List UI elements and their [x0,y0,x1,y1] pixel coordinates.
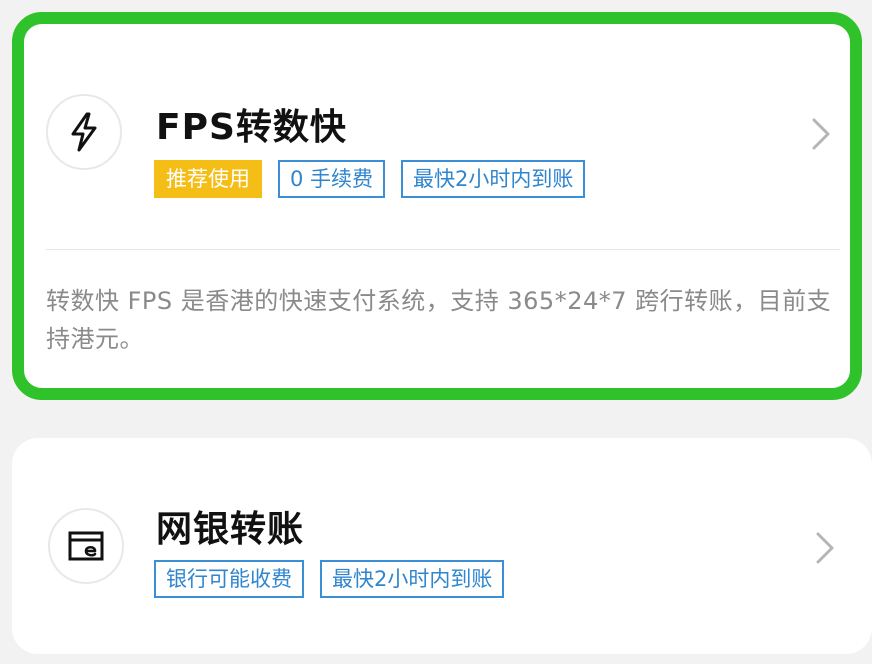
fps-option-title: FPS转数快 [156,107,347,148]
card-divider [46,249,840,250]
online-banking-option-title: 网银转账 [156,509,305,550]
fps-option-card[interactable]: FPS转数快 推荐使用 0 手续费 最快2小时内到账 转数快 FPS 是香港的快… [12,12,862,400]
chevron-right-icon [812,118,830,150]
tag-bank-fee: 银行可能收费 [154,560,304,598]
chevron-right-icon [816,532,834,564]
tag-arrival-time: 最快2小时内到账 [320,560,505,598]
online-banking-icon [68,531,104,561]
fps-option-tags: 推荐使用 0 手续费 最快2小时内到账 [154,160,586,198]
lightning-icon [71,112,97,152]
tag-recommended: 推荐使用 [154,160,262,198]
fps-icon-badge [46,94,122,170]
online-banking-option-card[interactable]: 网银转账 银行可能收费 最快2小时内到账 [12,438,872,654]
tag-arrival-time: 最快2小时内到账 [401,160,586,198]
tag-zero-fee: 0 手续费 [278,160,386,198]
online-banking-option-tags: 银行可能收费 最快2小时内到账 [154,560,505,598]
fps-option-description: 转数快 FPS 是香港的快速支付系统，支持 365*24*7 跨行转账，目前支持… [46,287,832,353]
online-banking-icon-badge [48,508,124,584]
